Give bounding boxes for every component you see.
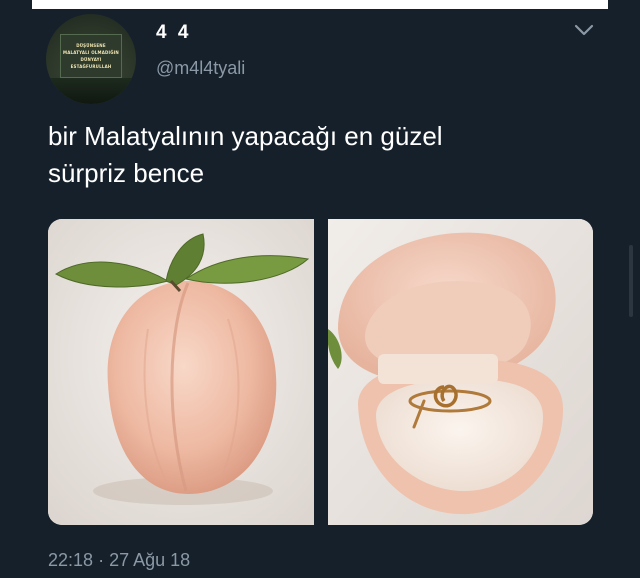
avatar[interactable]: DÜŞÜNSENE MALATYALI OLMADIĞIN DÜNYAYI ES… — [46, 14, 136, 104]
media-photo-peach-box[interactable] — [48, 219, 314, 525]
avatar-sign-line: ESTAĞFURULLAH — [70, 64, 112, 69]
timestamp-separator: · — [98, 550, 105, 570]
avatar-crowd — [46, 78, 136, 104]
user-handle[interactable]: @m4l4tyali — [156, 58, 245, 79]
tweet-text-line: bir Malatyalının yapacağı en güzel — [48, 121, 443, 151]
avatar-sign-line: DÜNYAYI — [80, 57, 102, 62]
tweet-time: 22:18 — [48, 550, 94, 570]
ring-box-illustration — [328, 219, 593, 525]
peach-box-illustration — [48, 219, 314, 525]
chevron-down-icon[interactable] — [573, 22, 595, 38]
scrollbar[interactable] — [629, 245, 633, 317]
display-name[interactable]: 4 4 — [156, 22, 191, 44]
avatar-sign: DÜŞÜNSENE MALATYALI OLMADIĞIN DÜNYAYI ES… — [60, 34, 122, 78]
previous-tweet-edge — [32, 0, 608, 9]
tweet-text: bir Malatyalının yapacağı en güzel sürpr… — [48, 118, 568, 192]
tweet-timestamp[interactable]: 22:18 · 27 Ağu 18 — [48, 550, 190, 571]
avatar-sign-line: MALATYALI OLMADIĞIN — [63, 50, 119, 55]
avatar-sign-line: DÜŞÜNSENE — [76, 43, 106, 48]
tweet-text-line: sürpriz bence — [48, 158, 205, 188]
tweet-date: 27 Ağu 18 — [109, 550, 191, 570]
tweet-media — [48, 219, 593, 525]
media-photo-ring-box[interactable] — [328, 219, 593, 525]
